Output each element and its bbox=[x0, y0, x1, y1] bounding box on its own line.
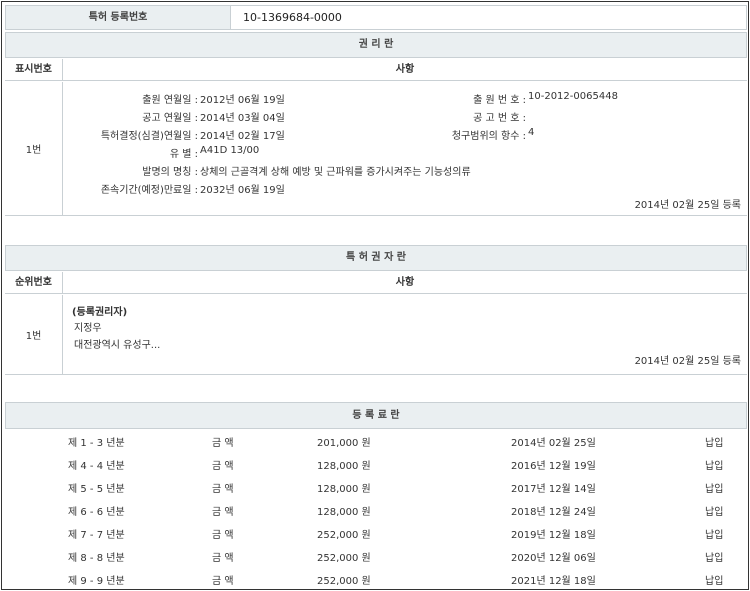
fee-status: 납입 bbox=[705, 553, 724, 564]
holders-section-title: 특 허 권 자 란 bbox=[5, 245, 747, 271]
fee-period: 제 5 - 5 년분 bbox=[68, 484, 125, 495]
filing-date-value: 2012년 06월 19일 bbox=[200, 95, 285, 106]
fee-row: 제 7 - 7 년분 금 액 252,000 원 2019년 12월 18일 납… bbox=[5, 522, 747, 545]
fee-status: 납입 bbox=[705, 507, 724, 518]
rights-entry-number: 1번 bbox=[5, 82, 63, 215]
publication-date-label: 공고 연월일 : bbox=[142, 113, 198, 124]
fee-amount: 252,000 원 bbox=[317, 553, 371, 564]
holders-entry-number: 1번 bbox=[5, 295, 63, 374]
fee-row: 제 6 - 6 년분 금 액 128,000 원 2018년 12월 24일 납… bbox=[5, 499, 747, 522]
fee-amount-label: 금 액 bbox=[212, 461, 234, 472]
rights-col-item: 사항 bbox=[395, 64, 415, 75]
patent-number-label: 특허 등록번호 bbox=[6, 6, 231, 29]
fee-paid-date: 2020년 12월 06일 bbox=[511, 553, 596, 564]
expiry-date-value: 2032년 06월 19일 bbox=[200, 185, 285, 196]
fee-amount-label: 금 액 bbox=[212, 530, 234, 541]
registry-document: 특허 등록번호 10-1369684-0000 권 리 란 표시번호 사항 1번… bbox=[1, 1, 749, 590]
fee-paid-date: 2017년 12월 14일 bbox=[511, 484, 596, 495]
fee-amount-label: 금 액 bbox=[212, 553, 234, 564]
fee-amount-label: 금 액 bbox=[212, 507, 234, 518]
claims-count-label: 청구범위의 항수 : bbox=[451, 131, 526, 142]
fee-amount: 252,000 원 bbox=[317, 530, 371, 541]
publication-number-label: 공 고 번 호 : bbox=[473, 113, 526, 124]
fee-period: 제 8 - 8 년분 bbox=[68, 553, 125, 564]
fee-row: 제 5 - 5 년분 금 액 128,000 원 2017년 12월 14일 납… bbox=[5, 476, 747, 499]
holders-entry: 1번 (등록권리자) 지정우 대전광역시 유성구... 2014년 02월 25… bbox=[5, 295, 747, 375]
classification-label: 유 별 : bbox=[169, 149, 198, 160]
fee-amount: 201,000 원 bbox=[317, 438, 371, 449]
fee-paid-date: 2018년 12월 24일 bbox=[511, 507, 596, 518]
fee-period: 제 6 - 6 년분 bbox=[68, 507, 125, 518]
fee-status: 납입 bbox=[705, 484, 724, 495]
fee-status: 납입 bbox=[705, 576, 724, 587]
fee-row: 제 1 - 3 년분 금 액 201,000 원 2014년 02월 25일 납… bbox=[5, 430, 747, 453]
fee-paid-date: 2016년 12월 19일 bbox=[511, 461, 596, 472]
fee-paid-date: 2014년 02월 25일 bbox=[511, 438, 596, 449]
fees-section-title: 등 록 료 란 bbox=[5, 402, 747, 429]
fee-amount: 128,000 원 bbox=[317, 484, 371, 495]
rights-entry: 1번 출원 연월일 : 2012년 06월 19일 출 원 번 호 : 10-2… bbox=[5, 82, 747, 216]
holder-role: (등록권리자) bbox=[72, 307, 128, 318]
fee-row: 제 8 - 8 년분 금 액 252,000 원 2020년 12월 06일 납… bbox=[5, 545, 747, 568]
holders-col-number: 순위번호 bbox=[5, 272, 63, 294]
fee-status: 납입 bbox=[705, 530, 724, 541]
fee-paid-date: 2019년 12월 18일 bbox=[511, 530, 596, 541]
rights-section-title: 권 리 란 bbox=[5, 32, 747, 58]
decision-date-value: 2014년 02월 17일 bbox=[200, 131, 285, 142]
invention-title-label: 발명의 명칭 : bbox=[142, 167, 198, 178]
fee-period: 제 4 - 4 년분 bbox=[68, 461, 125, 472]
fee-status: 납입 bbox=[705, 438, 724, 449]
fee-amount: 128,000 원 bbox=[317, 507, 371, 518]
fee-period: 제 9 - 9 년분 bbox=[68, 576, 125, 587]
holders-col-item: 사항 bbox=[395, 277, 415, 288]
rights-table-header: 표시번호 사항 bbox=[5, 59, 747, 81]
holder-address: 대전광역시 유성구... bbox=[74, 340, 161, 351]
holders-registration-date: 2014년 02월 25일 등록 bbox=[634, 356, 741, 367]
expiry-date-label: 존속기간(예정)만료일 : bbox=[100, 185, 198, 196]
fee-amount-label: 금 액 bbox=[212, 484, 234, 495]
rights-registration-date: 2014년 02월 25일 등록 bbox=[634, 200, 741, 211]
holder-name: 지정우 bbox=[74, 323, 102, 334]
holders-table-header: 순위번호 사항 bbox=[5, 272, 747, 294]
fee-amount: 252,000 원 bbox=[317, 576, 371, 587]
fee-amount-label: 금 액 bbox=[212, 576, 234, 587]
publication-date-value: 2014년 03월 04일 bbox=[200, 113, 285, 124]
decision-date-label: 특허결정(심결)연월일 : bbox=[100, 131, 198, 142]
invention-title-value: 상체의 근골격계 상해 예방 및 근파워를 증가시켜주는 기능성의류 bbox=[200, 167, 471, 178]
patent-number-row: 특허 등록번호 10-1369684-0000 bbox=[5, 5, 747, 30]
claims-count-value: 4 bbox=[528, 127, 535, 138]
fee-period: 제 1 - 3 년분 bbox=[68, 438, 125, 449]
classification-value: A41D 13/00 bbox=[200, 145, 260, 156]
application-number-value: 10-2012-0065448 bbox=[528, 91, 618, 102]
application-number-label: 출 원 번 호 : bbox=[473, 95, 526, 106]
fee-period: 제 7 - 7 년분 bbox=[68, 530, 125, 541]
fee-row: 제 9 - 9 년분 금 액 252,000 원 2021년 12월 18일 납… bbox=[5, 568, 747, 589]
fee-amount: 128,000 원 bbox=[317, 461, 371, 472]
rights-col-number: 표시번호 bbox=[5, 59, 63, 81]
fee-row: 제 4 - 4 년분 금 액 128,000 원 2016년 12월 19일 납… bbox=[5, 453, 747, 476]
patent-number-value: 10-1369684-0000 bbox=[243, 11, 342, 24]
fee-amount-label: 금 액 bbox=[212, 438, 234, 449]
fee-paid-date: 2021년 12월 18일 bbox=[511, 576, 596, 587]
fee-status: 납입 bbox=[705, 461, 724, 472]
filing-date-label: 출원 연월일 : bbox=[142, 95, 198, 106]
